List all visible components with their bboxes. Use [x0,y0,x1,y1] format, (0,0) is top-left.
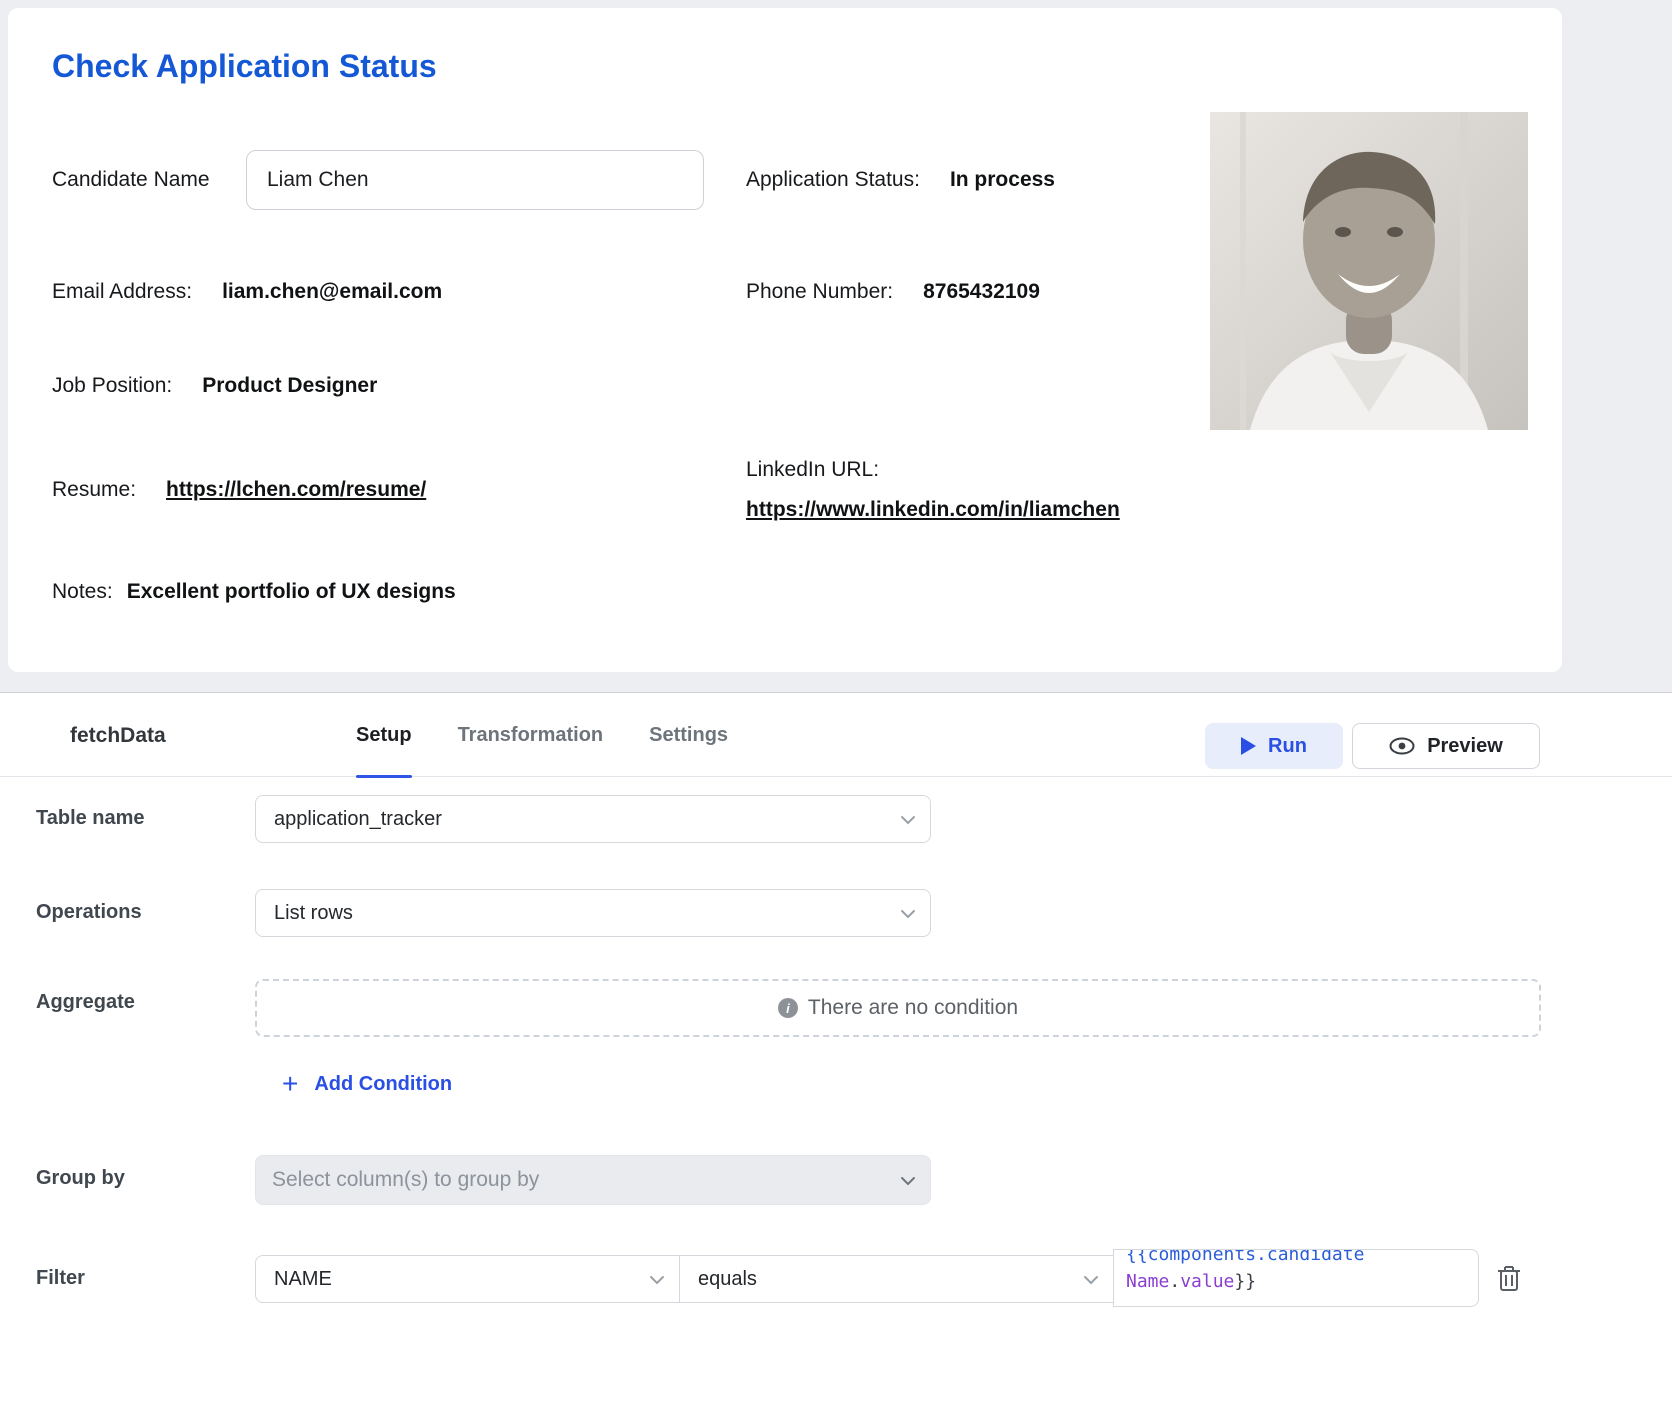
chevron-down-icon [900,1176,916,1186]
resume-label: Resume: [52,478,136,502]
page-title: Check Application Status [52,48,437,85]
filter-value-code-editor[interactable]: {{components.candidate Name.value}} [1113,1249,1479,1307]
aggregate-empty-text: There are no condition [808,996,1018,1020]
application-status-row: Application Status: In process [746,168,1055,192]
notes-value: Excellent portfolio of UX designs [127,580,456,604]
linkedin-label-row: LinkedIn URL: [746,458,879,482]
query-editor-header: fetchData Setup Transformation Settings … [0,693,1672,777]
aggregate-label: Aggregate [36,991,135,1014]
delete-filter-icon[interactable] [1496,1263,1522,1293]
query-editor-panel: fetchData Setup Transformation Settings … [0,692,1672,1412]
email-row: Email Address: liam.chen@email.com [52,280,442,304]
group-by-placeholder: Select column(s) to group by [272,1168,539,1192]
filter-operator-select[interactable]: equals [679,1255,1114,1303]
candidate-name-label: Candidate Name [52,168,210,192]
filter-column-select[interactable]: NAME [255,1255,680,1303]
query-name: fetchData [70,724,166,748]
filter-code-line1: {{components.candidate [1126,1249,1466,1268]
operations-label: Operations [36,901,142,924]
run-button[interactable]: Run [1205,723,1343,769]
aggregate-empty-area: i There are no condition [255,979,1541,1037]
run-button-label: Run [1268,735,1307,758]
phone-label: Phone Number: [746,280,893,304]
operations-select[interactable]: List rows [255,889,931,937]
add-condition-button[interactable]: + Add Condition [282,1071,452,1097]
group-by-label: Group by [36,1167,125,1190]
play-icon [1241,737,1256,755]
candidate-photo-image [1210,112,1528,430]
tab-settings-label: Settings [649,724,728,747]
phone-row: Phone Number: 8765432109 [746,280,1040,304]
email-value: liam.chen@email.com [222,280,442,304]
tab-transformation-label: Transformation [458,724,604,747]
filter-column-value: NAME [274,1268,332,1291]
filter-code-line2: Name.value}} [1126,1268,1466,1295]
phone-value: 8765432109 [923,280,1040,304]
linkedin-link[interactable]: https://www.linkedin.com/in/liamchen [746,498,1120,522]
candidate-name-row: Candidate Name [52,168,210,192]
preview-button[interactable]: Preview [1352,723,1540,769]
job-position-row: Job Position: Product Designer [52,374,377,398]
tab-settings[interactable]: Settings [649,693,728,777]
table-name-value: application_tracker [274,808,442,831]
linkedin-link-row: https://www.linkedin.com/in/liamchen [746,498,1120,522]
chevron-down-icon [900,815,916,825]
filter-label: Filter [36,1267,85,1290]
add-condition-label: Add Condition [314,1073,452,1096]
query-tabs: Setup Transformation Settings [356,693,728,777]
plus-icon: + [282,1071,298,1097]
email-label: Email Address: [52,280,192,304]
eye-icon [1389,737,1415,755]
linkedin-label: LinkedIn URL: [746,458,879,482]
candidate-name-input[interactable] [246,150,704,210]
chevron-down-icon [1083,1275,1099,1285]
application-status-label: Application Status: [746,168,920,192]
preview-button-label: Preview [1427,735,1503,758]
tab-setup-label: Setup [356,724,412,747]
resume-link[interactable]: https://lchen.com/resume/ [166,478,426,502]
tab-setup[interactable]: Setup [356,693,412,777]
filter-code-content: {{components.candidate Name.value}} [1126,1249,1466,1295]
filter-operator-value: equals [698,1268,757,1291]
job-position-label: Job Position: [52,374,172,398]
job-position-value: Product Designer [202,374,377,398]
application-status-card: Check Application Status Candidate Name … [8,8,1562,672]
notes-row: Notes: Excellent portfolio of UX designs [52,580,456,604]
info-icon: i [778,998,798,1018]
resume-row: Resume: https://lchen.com/resume/ [52,478,426,502]
tab-transformation[interactable]: Transformation [458,693,604,777]
notes-label: Notes: [52,580,113,604]
table-name-label: Table name [36,807,145,830]
chevron-down-icon [649,1275,665,1285]
candidate-photo [1210,112,1528,430]
chevron-down-icon [900,909,916,919]
operations-value: List rows [274,902,353,925]
application-status-value: In process [950,168,1055,192]
active-tab-indicator [356,775,412,778]
group-by-select[interactable]: Select column(s) to group by [255,1155,931,1205]
table-name-select[interactable]: application_tracker [255,795,931,843]
